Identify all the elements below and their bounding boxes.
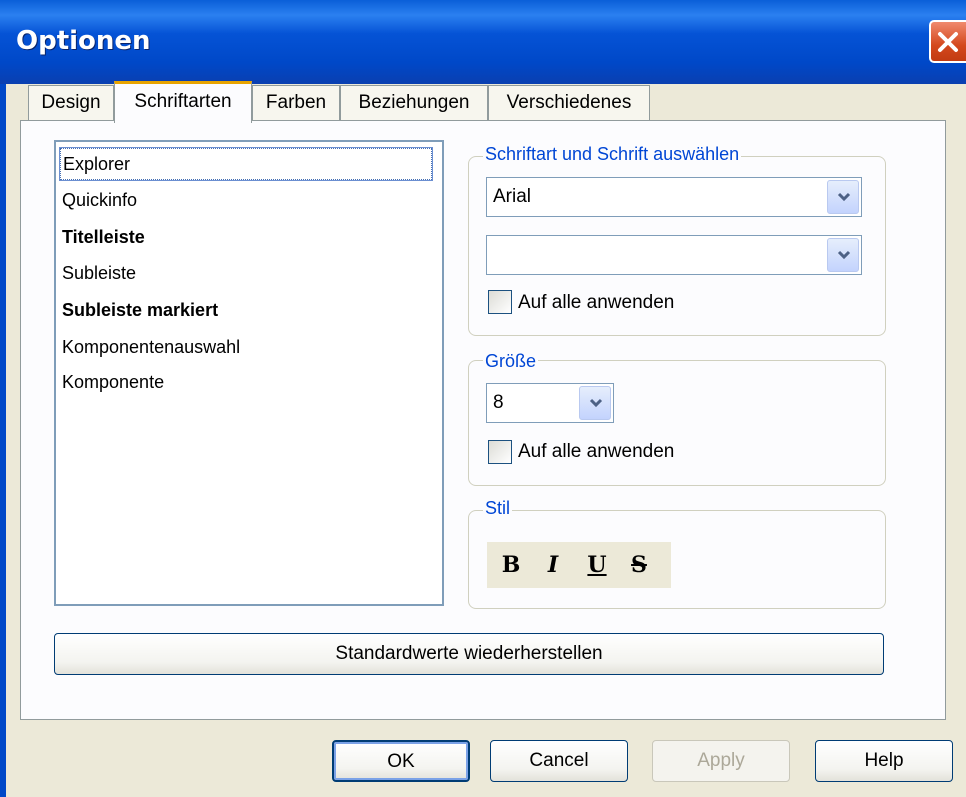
list-item[interactable]: Explorer (59, 147, 433, 181)
window-frame (0, 84, 6, 797)
font-select-value: Arial (493, 186, 532, 207)
size-select-dropdown-button[interactable] (579, 386, 611, 420)
close-icon (938, 32, 958, 52)
chevron-down-icon (837, 250, 851, 260)
tab-design[interactable]: Design (28, 85, 114, 121)
style-toolbar: B I U S (487, 542, 671, 588)
chevron-down-icon (837, 192, 851, 202)
title-bar[interactable]: Optionen (0, 0, 966, 84)
chevron-down-icon (589, 398, 603, 408)
size-select-value: 8 (493, 392, 504, 413)
font-select[interactable]: Arial (486, 177, 862, 217)
tab-verschiedenes[interactable]: Verschiedenes (488, 85, 650, 121)
bold-button[interactable]: B (495, 548, 527, 582)
size-select[interactable]: 8 (486, 383, 614, 423)
restore-defaults-button[interactable]: Standardwerte wiederherstellen (54, 633, 884, 675)
font-apply-all-checkbox[interactable] (488, 290, 512, 314)
tab-farben[interactable]: Farben (252, 85, 340, 121)
apply-button: Apply (652, 740, 790, 782)
ok-button[interactable]: OK (332, 740, 470, 782)
style-group-title: Stil (483, 498, 513, 519)
size-apply-all-label: Auf alle anwenden (518, 441, 675, 462)
underline-button[interactable]: U (581, 548, 613, 582)
list-item[interactable]: Titelleiste (62, 227, 145, 248)
close-button[interactable] (929, 20, 966, 63)
tab-beziehungen[interactable]: Beziehungen (340, 85, 488, 121)
tab-schriftarten[interactable]: Schriftarten (114, 81, 252, 123)
script-select-dropdown-button[interactable] (827, 238, 859, 272)
list-item[interactable]: Quickinfo (62, 190, 137, 211)
font-element-list[interactable]: Explorer Quickinfo Titelleiste Subleiste… (54, 140, 444, 606)
size-group (468, 360, 886, 486)
list-item[interactable]: Subleiste markiert (62, 300, 218, 321)
font-select-dropdown-button[interactable] (827, 180, 859, 214)
cancel-button[interactable]: Cancel (490, 740, 628, 782)
size-group-title: Größe (483, 351, 539, 372)
window-title: Optionen (16, 26, 151, 56)
list-item[interactable]: Komponentenauswahl (62, 337, 240, 358)
list-item[interactable]: Komponente (62, 372, 164, 393)
options-dialog: Optionen Design Schriftarten Farben Bezi… (0, 0, 966, 797)
script-select[interactable] (486, 235, 862, 275)
italic-button[interactable]: I (537, 548, 569, 582)
font-apply-all-label: Auf alle anwenden (518, 292, 675, 313)
font-group-title: Schriftart und Schrift auswählen (483, 144, 742, 165)
strikethrough-button[interactable]: S (623, 548, 655, 582)
size-apply-all-checkbox[interactable] (488, 440, 512, 464)
help-button[interactable]: Help (815, 740, 953, 782)
list-item[interactable]: Subleiste (62, 263, 136, 284)
